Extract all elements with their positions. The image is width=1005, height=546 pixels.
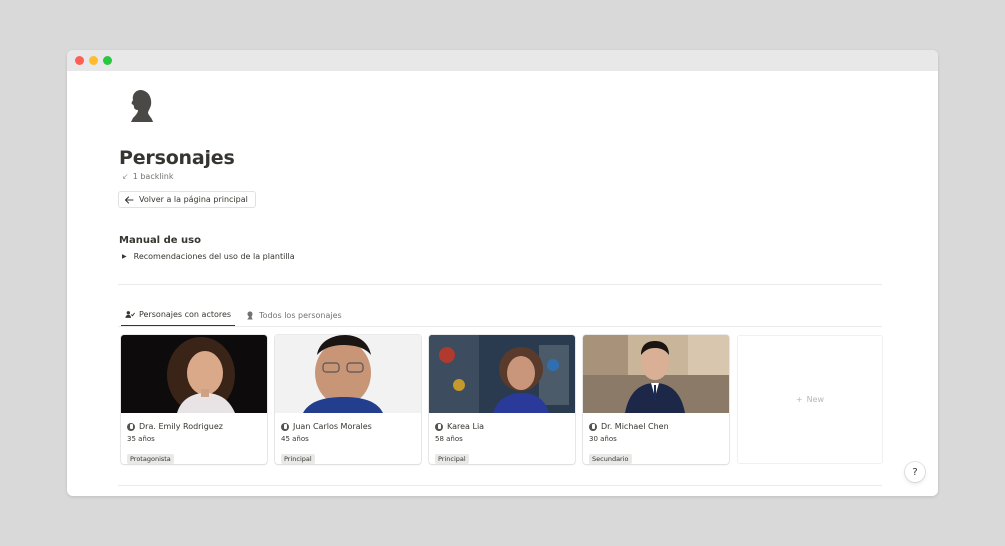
role-tag: Protagonista <box>127 454 174 464</box>
close-window-button[interactable] <box>75 56 84 65</box>
character-name: Karea Lia <box>447 422 485 431</box>
app-window: Personajes ↙ 1 backlink Volver a la pági… <box>67 50 938 496</box>
character-age: 45 años <box>281 435 309 443</box>
new-card-label: New <box>806 395 825 404</box>
role-tag: Principal <box>281 454 315 464</box>
backlinks-label: 1 backlink <box>132 172 174 181</box>
person-check-icon <box>125 311 135 318</box>
page-icon <box>127 422 135 431</box>
character-age: 58 años <box>435 435 463 443</box>
tab-personajes-con-actores[interactable]: Personajes con actores <box>121 307 236 326</box>
role-tag: Principal <box>435 454 469 464</box>
page-title: Personajes <box>119 147 235 169</box>
tabs-underline <box>118 326 882 327</box>
character-card[interactable]: Dra. Emily Rodriguez 35 años Protagonist… <box>121 335 267 464</box>
back-to-home-button[interactable]: Volver a la página principal <box>118 191 256 208</box>
recommendations-toggle[interactable]: ▶ Recomendaciones del uso de la plantill… <box>122 252 295 261</box>
view-tabs: Personajes con actores Todos los persona… <box>121 307 352 326</box>
character-name: Dr. Michael Chen <box>601 422 669 431</box>
arrow-left-icon <box>124 195 134 204</box>
character-card[interactable]: Karea Lia 58 años Principal <box>429 335 575 464</box>
role-tag: Secundario <box>589 454 632 464</box>
tab-label: Personajes con actores <box>139 310 232 319</box>
divider <box>118 284 882 285</box>
new-card-button[interactable]: + New <box>737 335 883 464</box>
backlinks-link[interactable]: ↙ 1 backlink <box>122 172 174 181</box>
maximize-window-button[interactable] <box>103 56 112 65</box>
gallery: Dra. Emily Rodriguez 35 años Protagonist… <box>121 335 883 464</box>
plus-icon: + <box>795 395 803 404</box>
backlink-arrow-icon: ↙ <box>122 172 129 181</box>
page-icon <box>281 422 289 431</box>
bust-icon <box>247 310 253 320</box>
help-button[interactable]: ? <box>905 462 925 482</box>
character-photo <box>583 335 729 413</box>
title-bar <box>67 50 938 71</box>
character-card[interactable]: Dr. Michael Chen 30 años Secundario <box>583 335 729 464</box>
character-card[interactable]: Juan Carlos Morales 45 años Principal <box>275 335 421 464</box>
back-button-label: Volver a la página principal <box>139 195 248 204</box>
bust-silhouette-icon[interactable] <box>127 88 157 124</box>
toggle-label: Recomendaciones del uso de la plantilla <box>133 252 295 261</box>
page-icon <box>589 422 597 431</box>
character-photo <box>429 335 575 413</box>
character-age: 30 años <box>589 435 617 443</box>
character-name: Dra. Emily Rodriguez <box>139 422 223 431</box>
character-age: 35 años <box>127 435 155 443</box>
character-photo <box>275 335 421 413</box>
page-icon <box>435 422 443 431</box>
tab-todos-los-personajes[interactable]: Todos los personajes <box>241 307 346 326</box>
tab-label: Todos los personajes <box>259 310 342 320</box>
caret-right-icon[interactable]: ▶ <box>122 253 127 260</box>
character-name: Juan Carlos Morales <box>293 422 372 431</box>
minimize-window-button[interactable] <box>89 56 98 65</box>
divider <box>118 485 882 486</box>
manual-heading: Manual de uso <box>119 235 201 246</box>
character-photo <box>121 335 267 413</box>
